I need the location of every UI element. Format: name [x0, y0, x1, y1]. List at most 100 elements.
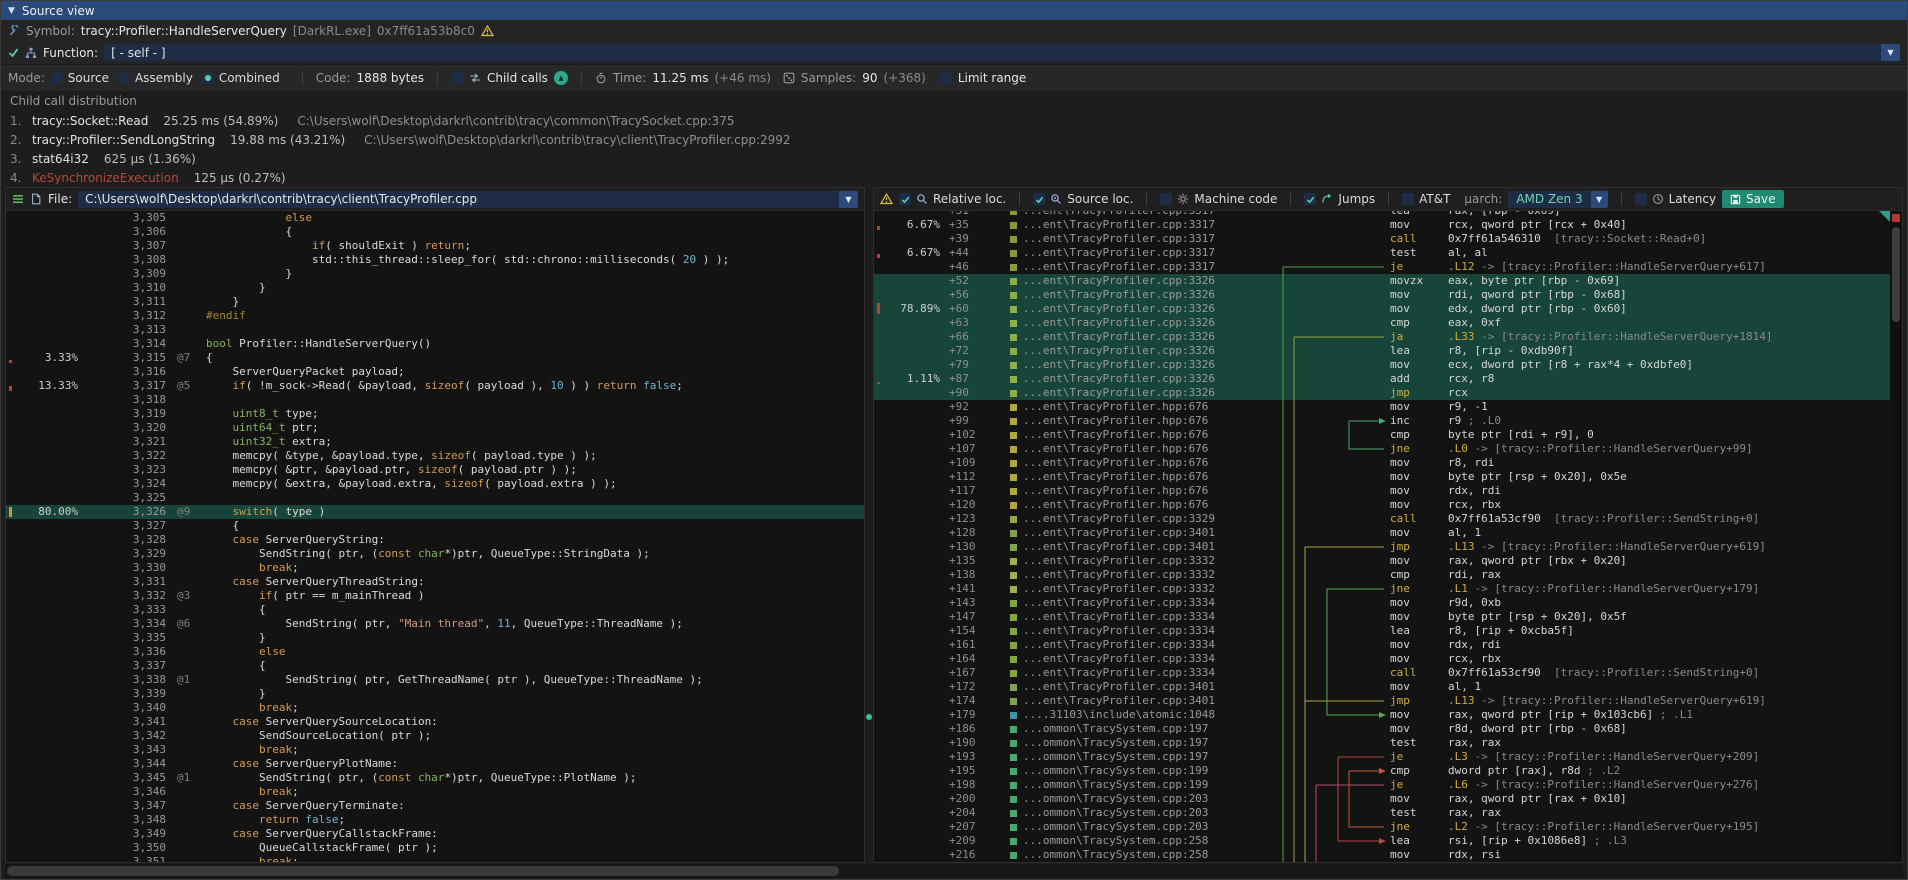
child-call-name[interactable]: tracy::Socket::Read: [32, 114, 148, 128]
asm-vertical-scrollbar[interactable]: [1890, 211, 1902, 862]
asm-line[interactable]: 1.11%+87...ent\TracyProfiler.cpp:3326add…: [874, 372, 1902, 386]
limit-range-checkbox[interactable]: [940, 72, 952, 84]
machine-code-checkbox[interactable]: [1160, 193, 1172, 205]
source-line[interactable]: 3,349 case ServerQueryCallstackFrame:: [6, 827, 864, 841]
asm-line[interactable]: +147...ent\TracyProfiler.cpp:3334movbyte…: [874, 610, 1902, 624]
asm-line-source-loc[interactable]: ...ent\TracyProfiler.cpp:3332: [1010, 582, 1260, 596]
asm-line[interactable]: +209...ommon\TracySystem.cpp:258learsi, …: [874, 834, 1902, 848]
chevron-down-icon[interactable]: ▼: [1881, 44, 1900, 61]
child-call-name[interactable]: stat64i32: [32, 152, 89, 166]
source-line[interactable]: 3,339 }: [6, 687, 864, 701]
asm-line[interactable]: +120...ent\TracyProfiler.hpp:676movrcx, …: [874, 498, 1902, 512]
asm-line[interactable]: +216...ommon\TracySystem.cpp:258movrdx, …: [874, 848, 1902, 862]
source-line[interactable]: 3,333 {: [6, 603, 864, 617]
asm-line-source-loc[interactable]: ...ommon\TracySystem.cpp:199: [1010, 778, 1260, 792]
asm-line[interactable]: +161...ent\TracyProfiler.cpp:3334movrdx,…: [874, 638, 1902, 652]
child-calls-checkbox[interactable]: [451, 72, 463, 84]
source-loc-checkbox[interactable]: [1033, 193, 1045, 205]
asm-line-source-loc[interactable]: ...ent\TracyProfiler.cpp:3334: [1010, 624, 1260, 638]
source-line[interactable]: 3,312#endif: [6, 309, 864, 323]
asm-line-source-loc[interactable]: ...ommon\TracySystem.cpp:258: [1010, 848, 1260, 862]
asm-line-source-loc[interactable]: ...ommon\TracySystem.cpp:197: [1010, 750, 1260, 764]
asm-line[interactable]: +79...ent\TracyProfiler.cpp:3326movecx, …: [874, 358, 1902, 372]
asm-line[interactable]: +63...ent\TracyProfiler.cpp:3326cmpeax, …: [874, 316, 1902, 330]
asm-line-source-loc[interactable]: ...ent\TracyProfiler.cpp:3401: [1010, 694, 1260, 708]
asm-line[interactable]: +164...ent\TracyProfiler.cpp:3334movrcx,…: [874, 652, 1902, 666]
source-line[interactable]: 3,340 break;: [6, 701, 864, 715]
asm-line-source-loc[interactable]: ...ent\TracyProfiler.cpp:3326: [1010, 344, 1260, 358]
asm-line-source-loc[interactable]: ...ent\TracyProfiler.hpp:676: [1010, 442, 1260, 456]
asm-line[interactable]: +135...ent\TracyProfiler.cpp:3332movrax,…: [874, 554, 1902, 568]
source-line[interactable]: 3,329 SendString( ptr, (const char*)ptr,…: [6, 547, 864, 561]
asm-line-source-loc[interactable]: ...ent\TracyProfiler.hpp:676: [1010, 484, 1260, 498]
asm-line[interactable]: +207...ommon\TracySystem.cpp:203jne.L2 -…: [874, 820, 1902, 834]
asm-line[interactable]: +186...ommon\TracySystem.cpp:197movr8d, …: [874, 722, 1902, 736]
mode-radio-assembly[interactable]: Assembly: [118, 71, 193, 85]
asm-line[interactable]: +112...ent\TracyProfiler.hpp:676movbyte …: [874, 470, 1902, 484]
att-syntax-toggle[interactable]: AT&T: [1402, 192, 1450, 206]
source-line[interactable]: 3,321 uint32_t extra;: [6, 435, 864, 449]
child-call-name[interactable]: tracy::Profiler::SendLongString: [32, 133, 215, 147]
source-line[interactable]: 3,346 break;: [6, 785, 864, 799]
asm-line-source-loc[interactable]: ...ent\TracyProfiler.cpp:3334: [1010, 610, 1260, 624]
source-line[interactable]: 3,316 ServerQueryPacket payload;: [6, 365, 864, 379]
source-line[interactable]: 3,311 }: [6, 295, 864, 309]
asm-line[interactable]: 6.67%+44...ent\TracyProfiler.cpp:3317tes…: [874, 246, 1902, 260]
panel-splitter[interactable]: [865, 187, 873, 863]
asm-line[interactable]: 6.67%+35...ent\TracyProfiler.cpp:3317mov…: [874, 218, 1902, 232]
relative-loc-checkbox[interactable]: [899, 193, 911, 205]
asm-line-source-loc[interactable]: ...ent\TracyProfiler.cpp:3326: [1010, 274, 1260, 288]
asm-line[interactable]: +143...ent\TracyProfiler.cpp:3334movr9d,…: [874, 596, 1902, 610]
titlebar[interactable]: ▼ Source view: [1, 1, 1907, 20]
asm-line[interactable]: +193...ommon\TracySystem.cpp:197je.L3 ->…: [874, 750, 1902, 764]
child-call-name[interactable]: KeSynchronizeExecution: [32, 171, 179, 185]
asm-line[interactable]: +72...ent\TracyProfiler.cpp:3326lear8, […: [874, 344, 1902, 358]
source-line[interactable]: 3,348 return false;: [6, 813, 864, 827]
source-line[interactable]: 3,345@1 SendString( ptr, (const char*)pt…: [6, 771, 864, 785]
relative-loc-toggle[interactable]: Relative loc.: [899, 192, 1006, 206]
source-line[interactable]: 3,323 memcpy( &ptr, &payload.ptr, sizeof…: [6, 463, 864, 477]
child-calls-expand-button[interactable]: ▲: [554, 71, 568, 85]
asm-line[interactable]: +130...ent\TracyProfiler.cpp:3401jmp.L13…: [874, 540, 1902, 554]
asm-line-source-loc[interactable]: ...ent\TracyProfiler.cpp:3326: [1010, 358, 1260, 372]
asm-line-source-loc[interactable]: ...ommon\TracySystem.cpp:197: [1010, 722, 1260, 736]
asm-scrollbar-thumb[interactable]: [1892, 227, 1900, 322]
asm-line[interactable]: +56...ent\TracyProfiler.cpp:3326movrdi, …: [874, 288, 1902, 302]
asm-line[interactable]: +204...ommon\TracySystem.cpp:203testrax,…: [874, 806, 1902, 820]
chevron-down-icon[interactable]: ▼: [1591, 191, 1608, 208]
source-line[interactable]: 13.33%3,317@5 if( !m_sock->Read( &payloa…: [6, 379, 864, 393]
source-line[interactable]: 3,327 {: [6, 519, 864, 533]
asm-line-source-loc[interactable]: ...ent\TracyProfiler.cpp:3326: [1010, 386, 1260, 400]
asm-line-source-loc[interactable]: ...ent\TracyProfiler.cpp:3401: [1010, 540, 1260, 554]
source-line[interactable]: 3.33%3,315@7{: [6, 351, 864, 365]
asm-line-source-loc[interactable]: ...ommon\TracySystem.cpp:199: [1010, 764, 1260, 778]
source-line[interactable]: 3,347 case ServerQueryTerminate:: [6, 799, 864, 813]
file-combo[interactable]: C:\Users\wolf\Desktop\darkrl\contrib\tra…: [78, 191, 858, 208]
asm-line[interactable]: +198...ommon\TracySystem.cpp:199je.L6 ->…: [874, 778, 1902, 792]
source-line[interactable]: 3,331 case ServerQueryThreadString:: [6, 575, 864, 589]
asm-line-source-loc[interactable]: ...ent\TracyProfiler.cpp:3326: [1010, 330, 1260, 344]
source-line[interactable]: 3,328 case ServerQueryString:: [6, 533, 864, 547]
source-line[interactable]: 3,330 break;: [6, 561, 864, 575]
asm-line-source-loc[interactable]: ...ommon\TracySystem.cpp:203: [1010, 820, 1260, 834]
asm-line-source-loc[interactable]: ...ent\TracyProfiler.cpp:3401: [1010, 526, 1260, 540]
horizontal-scrollbar[interactable]: [5, 864, 1903, 878]
asm-line[interactable]: +109...ent\TracyProfiler.hpp:676movr8, r…: [874, 456, 1902, 470]
asm-line-source-loc[interactable]: ...ent\TracyProfiler.cpp:3334: [1010, 596, 1260, 610]
asm-line[interactable]: +52...ent\TracyProfiler.cpp:3326movzxeax…: [874, 274, 1902, 288]
asm-line-source-loc[interactable]: ...ent\TracyProfiler.cpp:3317: [1010, 232, 1260, 246]
asm-line-source-loc[interactable]: ...ent\TracyProfiler.cpp:3317: [1010, 211, 1260, 218]
asm-line[interactable]: +90...ent\TracyProfiler.cpp:3326jmprcx: [874, 386, 1902, 400]
source-line[interactable]: 3,306 {: [6, 225, 864, 239]
source-line[interactable]: 3,341 case ServerQuerySourceLocation:: [6, 715, 864, 729]
asm-line[interactable]: +102...ent\TracyProfiler.hpp:676cmpbyte …: [874, 428, 1902, 442]
save-button[interactable]: Save: [1722, 190, 1783, 208]
asm-line-source-loc[interactable]: ...ommon\TracySystem.cpp:197: [1010, 736, 1260, 750]
source-line[interactable]: 3,351 break;: [6, 855, 864, 862]
asm-line[interactable]: +195...ommon\TracySystem.cpp:199cmpdword…: [874, 764, 1902, 778]
asm-line-source-loc[interactable]: ...ent\TracyProfiler.hpp:676: [1010, 498, 1260, 512]
asm-line-source-loc[interactable]: ...ent\TracyProfiler.cpp:3326: [1010, 302, 1260, 316]
source-line[interactable]: 3,308 std::this_thread::sleep_for( std::…: [6, 253, 864, 267]
latency-toggle[interactable]: Latency: [1635, 192, 1716, 206]
chevron-down-icon[interactable]: ▼: [839, 191, 858, 208]
